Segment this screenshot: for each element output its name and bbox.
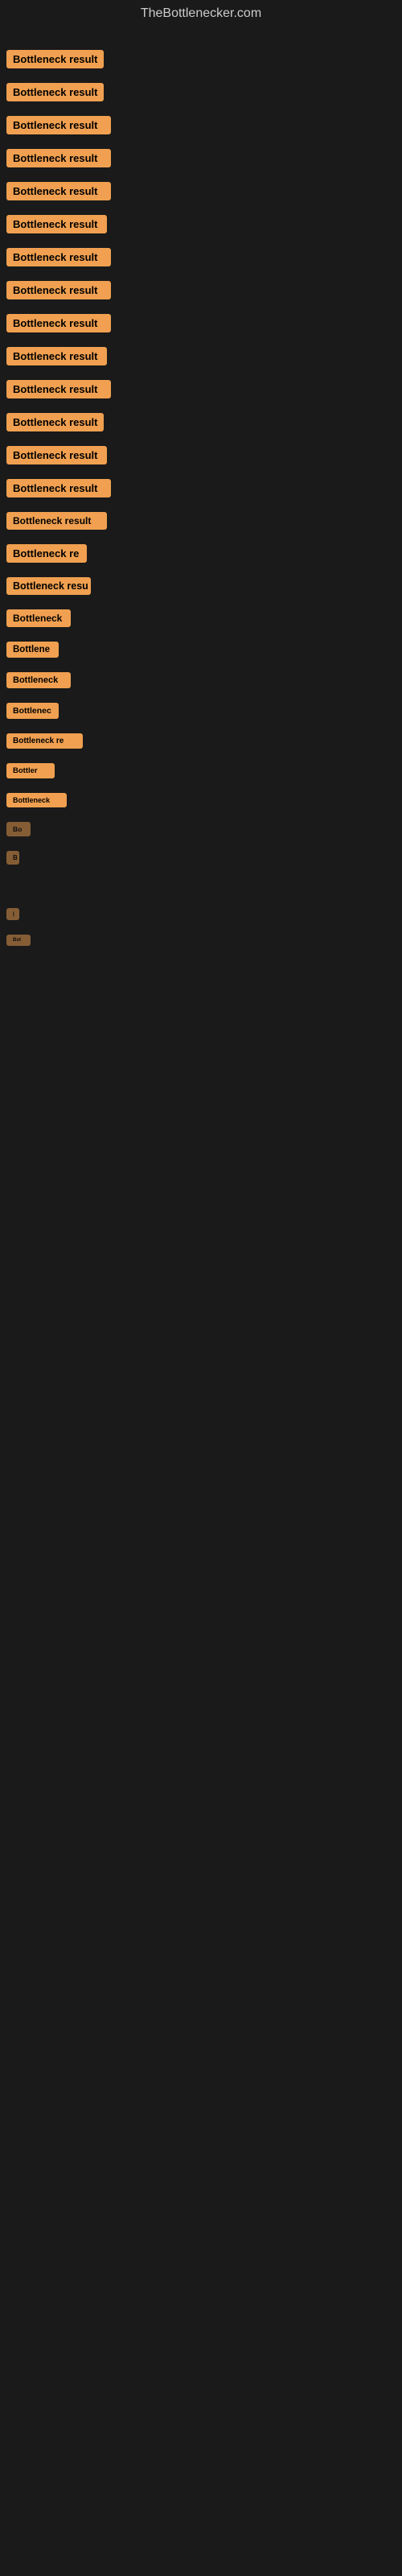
result-item[interactable]: Bottleneck result xyxy=(6,281,396,299)
result-item[interactable]: Bottleneck re xyxy=(6,544,396,563)
bottleneck-result-badge[interactable]: Bottleneck xyxy=(6,609,71,627)
result-item[interactable]: Bottleneck result xyxy=(6,149,396,167)
bottleneck-result-badge[interactable]: Bottleneck re xyxy=(6,733,83,749)
bottleneck-result-badge[interactable]: Bottleneck xyxy=(6,793,67,807)
result-item[interactable]: Bottleneck result xyxy=(6,446,396,464)
bottleneck-result-badge[interactable]: Bottleneck xyxy=(6,672,71,688)
bottleneck-result-badge[interactable]: Bottleneck result xyxy=(6,446,107,464)
bottleneck-result-badge[interactable]: Bottleneck result xyxy=(6,314,111,332)
result-item[interactable]: Bottleneck result xyxy=(6,380,396,398)
bottleneck-result-badge[interactable]: Bottleneck result xyxy=(6,50,104,68)
bottleneck-result-badge[interactable]: Bottleneck result xyxy=(6,479,111,497)
bottleneck-result-badge[interactable]: Bottleneck result xyxy=(6,149,111,167)
result-item[interactable]: Bottleneck result xyxy=(6,50,396,68)
result-item[interactable]: Bottleneck xyxy=(6,672,396,688)
site-title: TheBottlenecker.com xyxy=(0,0,402,27)
bottleneck-result-badge[interactable]: Bottleneck resu xyxy=(6,577,91,595)
result-item[interactable]: Bot xyxy=(6,935,396,946)
bottleneck-result-badge[interactable]: Bottleneck result xyxy=(6,116,111,134)
result-item[interactable]: Bottleneck result xyxy=(6,182,396,200)
result-item[interactable]: Bottleneck result xyxy=(6,413,396,431)
bottleneck-result-badge[interactable]: Bottleneck result xyxy=(6,182,111,200)
result-item[interactable]: Bottleneck result xyxy=(6,116,396,134)
site-title-text: TheBottlenecker.com xyxy=(141,6,261,20)
bottleneck-result-badge[interactable]: Bo xyxy=(6,822,31,836)
bottleneck-result-badge[interactable]: Bottleneck result xyxy=(6,347,107,365)
result-item[interactable]: Bottler xyxy=(6,763,396,778)
bottleneck-result-badge[interactable]: | xyxy=(6,908,19,920)
result-items-container: Bottleneck result Bottleneck result Bottle… xyxy=(0,27,402,1041)
bottleneck-result-badge[interactable]: Bottleneck re xyxy=(6,544,87,563)
bottleneck-result-badge[interactable]: Bottleneck result xyxy=(6,380,111,398)
result-item[interactable]: Bottleneck result xyxy=(6,215,396,233)
bottleneck-result-badge[interactable]: Bottler xyxy=(6,763,55,778)
result-item[interactable]: Bottleneck result xyxy=(6,347,396,365)
result-item[interactable]: | xyxy=(6,908,396,920)
result-item[interactable]: Bottleneck result xyxy=(6,248,396,266)
bottleneck-result-badge[interactable]: B xyxy=(6,851,19,865)
bottleneck-result-badge[interactable]: Bottleneck result xyxy=(6,248,111,266)
bottleneck-result-badge[interactable]: Bottleneck result xyxy=(6,83,104,101)
result-item[interactable]: B xyxy=(6,851,396,865)
result-item[interactable]: Bottlenec xyxy=(6,703,396,719)
result-item[interactable]: Bottleneck result xyxy=(6,479,396,497)
bottleneck-result-badge[interactable]: Bottleneck result xyxy=(6,281,111,299)
result-item[interactable]: Bottleneck result xyxy=(6,512,396,530)
bottleneck-result-badge[interactable]: Bottleneck result xyxy=(6,215,107,233)
result-item[interactable]: Bottleneck resu xyxy=(6,577,396,595)
result-item[interactable]: Bottleneck re xyxy=(6,733,396,749)
result-item[interactable]: Bottleneck result xyxy=(6,83,396,101)
bottleneck-result-badge[interactable]: Bottlenec xyxy=(6,703,59,719)
result-item[interactable]: Bottleneck xyxy=(6,609,396,627)
result-item[interactable]: Bottleneck xyxy=(6,793,396,807)
result-item[interactable]: Bottleneck result xyxy=(6,314,396,332)
bottleneck-result-badge[interactable]: Bottleneck result xyxy=(6,512,107,530)
bottleneck-result-badge[interactable]: Bottlene xyxy=(6,642,59,658)
result-item[interactable]: Bottlene xyxy=(6,642,396,658)
result-item[interactable]: Bo xyxy=(6,822,396,836)
bottleneck-result-badge[interactable]: Bottleneck result xyxy=(6,413,104,431)
bottleneck-result-badge[interactable]: Bot xyxy=(6,935,31,946)
